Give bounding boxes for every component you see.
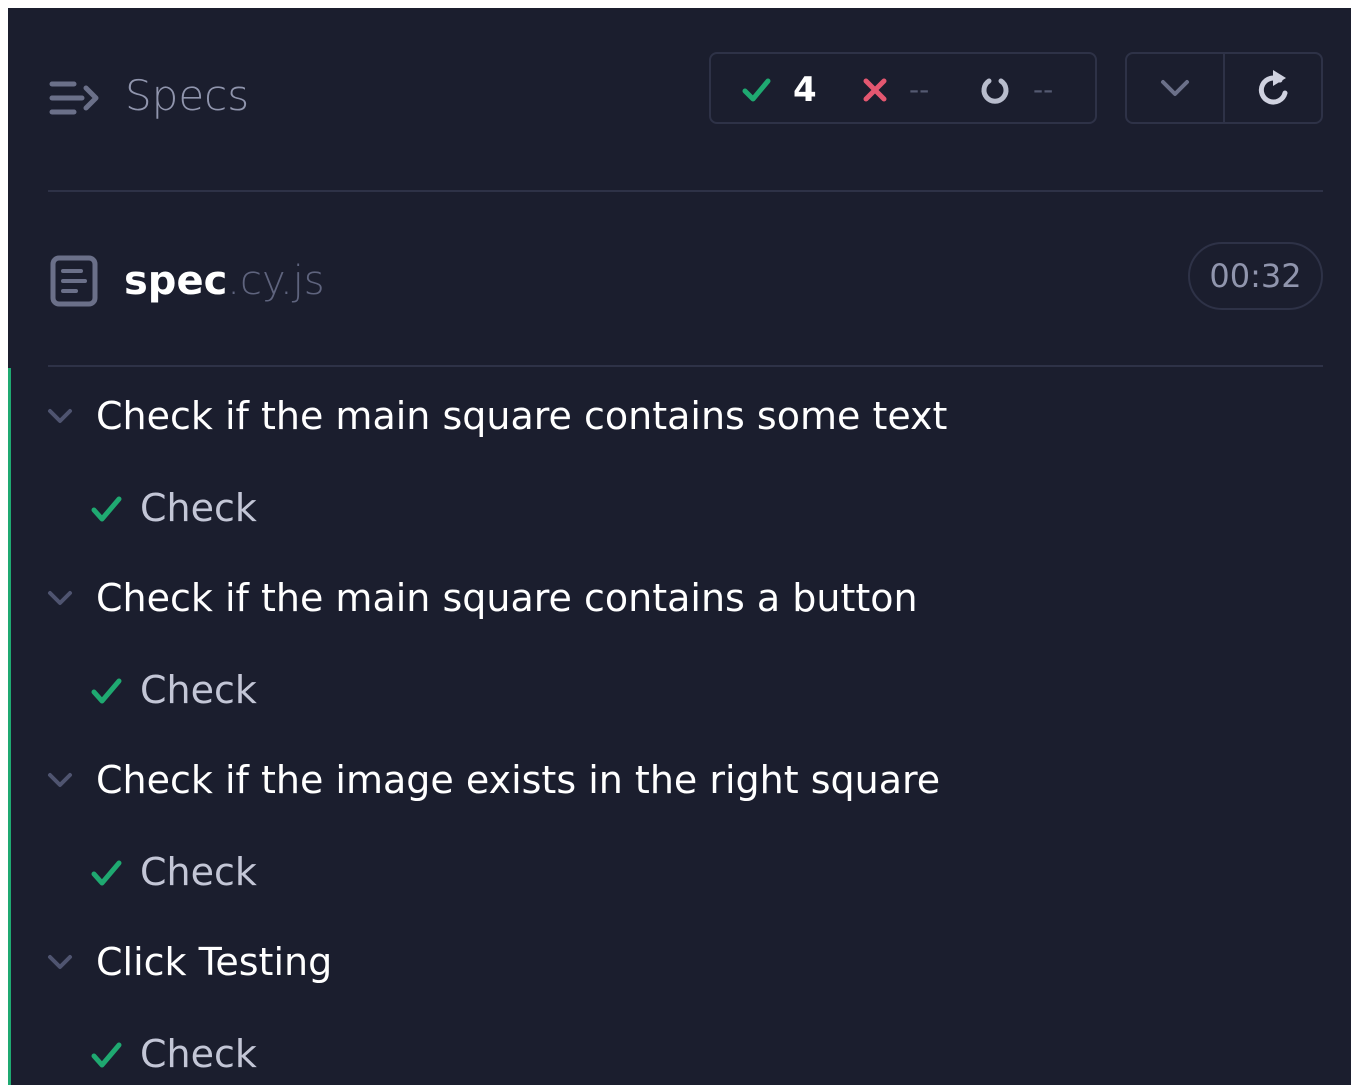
header-divider [48,190,1323,192]
passed-count: 4 [793,70,817,110]
test-title[interactable]: Check [140,836,257,908]
suite-title[interactable]: Check if the main square contains some t… [96,380,947,452]
spec-file-name[interactable]: spec.cy.js [124,255,325,307]
chevron-down-icon[interactable] [46,952,74,972]
pending-count: -- [1033,73,1054,106]
refresh-icon [1258,70,1288,105]
suite-title[interactable]: Check if the main square contains a butt… [96,562,918,634]
suite-title[interactable]: Click Testing [96,926,332,998]
check-icon [91,860,122,886]
spinner-icon [981,78,1009,104]
rerun-button[interactable] [1223,54,1321,122]
test-stats: 4 -- -- [709,52,1097,124]
duration-badge: 00:32 [1188,242,1323,310]
check-icon [91,496,122,522]
chevron-down-icon[interactable] [46,588,74,608]
chevron-down-icon [1161,80,1189,96]
check-icon [91,1042,122,1068]
document-icon [50,255,98,307]
suite-item: Check if the main square contains a butt… [8,562,1351,744]
test-title[interactable]: Check [140,472,257,544]
test-title[interactable]: Check [140,654,257,726]
chevron-down-icon[interactable] [46,406,74,426]
check-icon [91,678,122,704]
page-title: Specs [125,71,250,120]
reporter-panel: Specs 4 -- -- spec.cy.js 00:32 Check if … [8,8,1351,1085]
test-title[interactable]: Check [140,1018,257,1085]
chevron-down-icon[interactable] [46,770,74,790]
collapse-button[interactable] [1127,54,1223,122]
spec-file-base: spec [124,258,228,304]
suite-item: Check if the main square contains some t… [8,380,1351,562]
suite-title[interactable]: Check if the image exists in the right s… [96,744,940,816]
specs-list-icon[interactable] [48,78,100,118]
failed-count: -- [909,73,930,106]
suite-item: Click Testing Check [8,926,1351,1085]
check-icon [742,78,771,102]
spec-file-extension: .cy.js [227,258,325,304]
controls-group [1125,52,1323,124]
x-icon [863,78,887,102]
suite-item: Check if the image exists in the right s… [8,744,1351,926]
spec-divider [48,365,1323,367]
